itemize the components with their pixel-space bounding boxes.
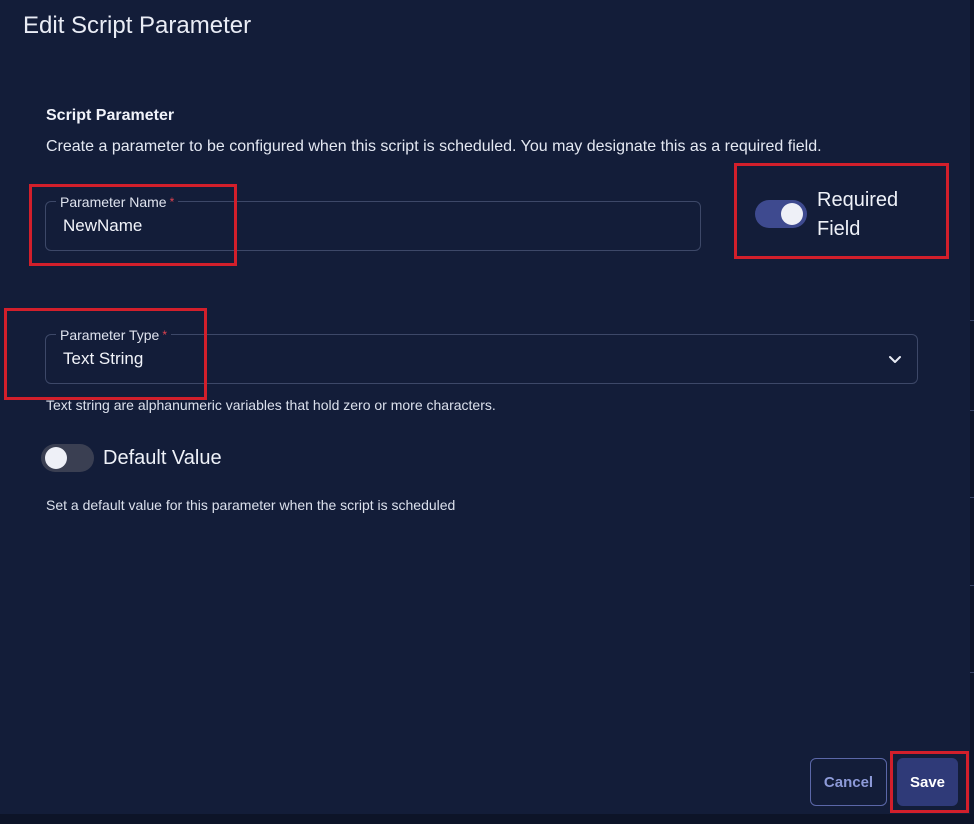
save-button[interactable]: Save <box>897 758 958 806</box>
required-field-label: Required Field <box>817 189 899 240</box>
toggle-knob <box>45 447 67 469</box>
dialog-title: Edit Script Parameter <box>23 12 252 39</box>
required-asterisk: * <box>169 195 175 209</box>
required-field-toggle[interactable] <box>755 200 807 228</box>
section-title: Script Parameter <box>46 107 175 124</box>
parameter-type-label: Parameter Type * <box>56 326 172 344</box>
parameter-name-label: Parameter Name * <box>56 193 179 211</box>
divider <box>970 410 974 411</box>
default-value-label: Default Value <box>103 447 222 469</box>
toggle-knob <box>781 203 803 225</box>
divider <box>970 672 974 673</box>
parameter-type-helper: Text string are alphanumeric variables t… <box>46 397 496 413</box>
chevron-down-icon[interactable] <box>887 351 903 367</box>
background-edge <box>970 0 974 824</box>
parameter-type-label-text: Parameter Type <box>60 327 160 343</box>
parameter-type-value: Text String <box>63 349 144 368</box>
section-description: Create a parameter to be configured when… <box>46 138 822 155</box>
parameter-name-input[interactable]: NewName <box>63 216 142 236</box>
parameter-name-field[interactable]: Parameter Name * NewName <box>45 193 701 251</box>
background-edge <box>0 814 974 824</box>
edit-script-parameter-dialog: Edit Script Parameter Script Parameter C… <box>0 0 970 814</box>
required-asterisk: * <box>162 328 168 342</box>
parameter-name-label-text: Parameter Name <box>60 194 167 210</box>
divider <box>970 585 974 586</box>
divider <box>970 497 974 498</box>
parameter-type-select[interactable]: Parameter Type * Text String <box>45 326 918 384</box>
default-value-helper: Set a default value for this parameter w… <box>46 497 456 513</box>
default-value-toggle[interactable] <box>41 444 94 472</box>
divider <box>970 320 974 321</box>
cancel-button[interactable]: Cancel <box>810 758 887 806</box>
